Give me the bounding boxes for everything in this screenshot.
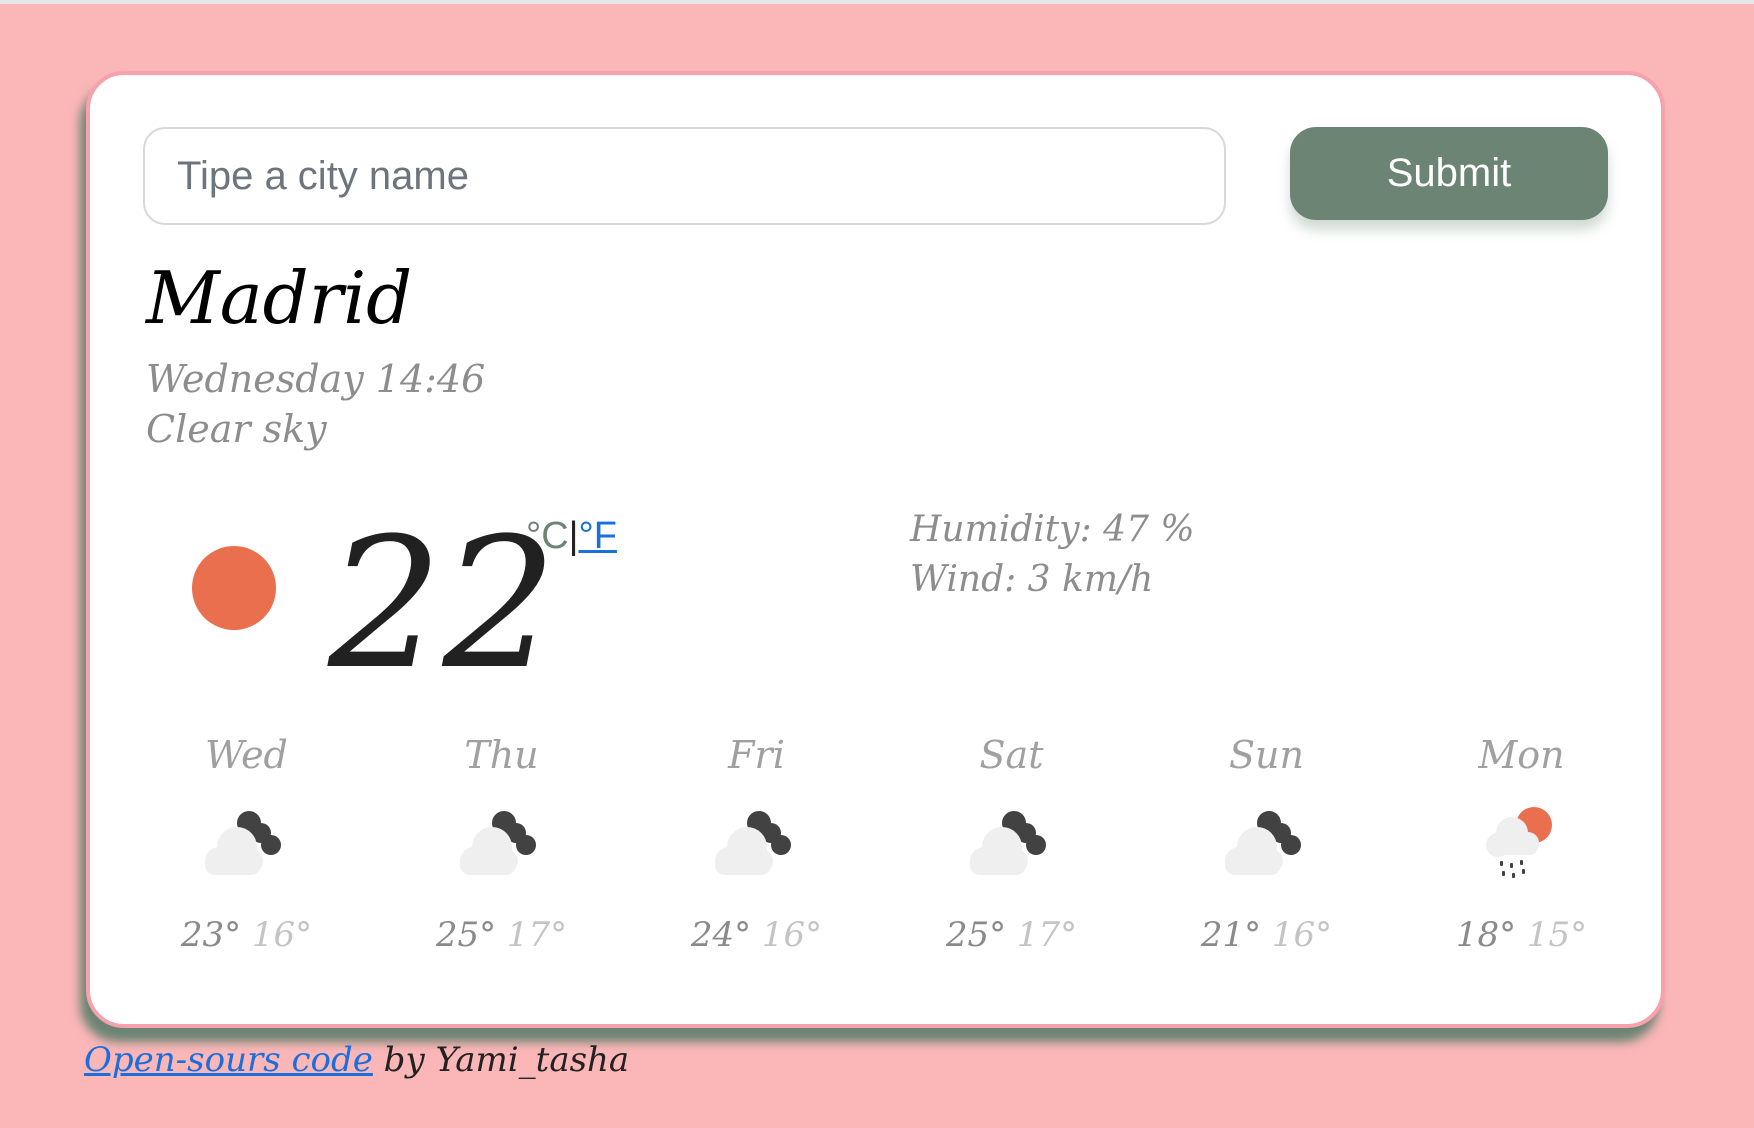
forecast-day: Mon 18° 15° (1394, 725, 1649, 965)
forecast-max: 25° (945, 915, 1007, 955)
forecast-day-label: Thu (464, 733, 539, 777)
night-cloudy-icon (629, 785, 884, 905)
humidity: Humidity: 47 % (910, 509, 1195, 550)
forecast-max: 21° (1200, 915, 1262, 955)
forecast-day-label: Mon (1478, 733, 1565, 777)
forecast-day: Thu 25° 17° (374, 725, 629, 965)
unit-separator: | (568, 515, 579, 557)
weather-description: Clear sky (146, 407, 327, 451)
wind: Wind: 3 km/h (910, 559, 1154, 600)
night-cloudy-icon (884, 785, 1139, 905)
submit-button[interactable]: Submit (1290, 127, 1608, 220)
night-cloudy-icon (119, 785, 374, 905)
current-datetime: Wednesday 14:46 (146, 357, 486, 401)
forecast-min: 15° (1526, 915, 1588, 955)
sun-icon (192, 546, 276, 630)
night-cloudy-icon (1139, 785, 1394, 905)
night-cloudy-icon (374, 785, 629, 905)
forecast-temps: 25° 17° (374, 905, 629, 965)
forecast: Wed 23° 16° Thu 25° 17° Fri 24° 16° Sat (119, 725, 1649, 985)
fahrenheit-link[interactable]: °F (579, 515, 617, 557)
forecast-max: 23° (180, 915, 242, 955)
rain-sun-icon (1394, 785, 1649, 905)
forecast-day-label: Sat (979, 733, 1044, 777)
forecast-temps: 25° 17° (884, 905, 1139, 965)
forecast-day-label: Sun (1229, 733, 1304, 777)
open-source-link[interactable]: Open-sours code (84, 1040, 373, 1080)
weather-details: Humidity: 47 % Wind: 3 km/h (910, 505, 1195, 605)
forecast-temps: 23° 16° (119, 905, 374, 965)
forecast-max: 24° (690, 915, 752, 955)
unit-toggle: °C|°F (526, 515, 617, 558)
footer: Open-sours code by Yami_tasha (84, 1040, 629, 1080)
forecast-max: 25° (435, 915, 497, 955)
forecast-temps: 18° 15° (1394, 905, 1649, 965)
forecast-max: 18° (1455, 915, 1517, 955)
forecast-min: 17° (506, 915, 568, 955)
forecast-min: 16° (761, 915, 823, 955)
forecast-temps: 21° 16° (1139, 905, 1394, 965)
weather-card: Submit Madrid Wednesday 14:46 Clear sky … (86, 71, 1665, 1028)
forecast-day-label: Fri (728, 733, 785, 777)
forecast-min: 17° (1016, 915, 1078, 955)
forecast-temps: 24° 16° (629, 905, 884, 965)
forecast-day: Fri 24° 16° (629, 725, 884, 965)
top-border (0, 0, 1754, 4)
author-credit: by Yami_tasha (372, 1040, 630, 1080)
forecast-day-label: Wed (205, 733, 288, 777)
forecast-min: 16° (251, 915, 313, 955)
city-name: Madrid (146, 256, 413, 340)
celsius-link[interactable]: °C (526, 515, 569, 557)
city-search-input[interactable] (143, 127, 1226, 225)
current-temperature: 22 (328, 500, 558, 709)
forecast-min: 16° (1271, 915, 1333, 955)
forecast-day: Sun 21° 16° (1139, 725, 1394, 965)
forecast-day: Sat 25° 17° (884, 725, 1139, 965)
forecast-day: Wed 23° 16° (119, 725, 374, 965)
